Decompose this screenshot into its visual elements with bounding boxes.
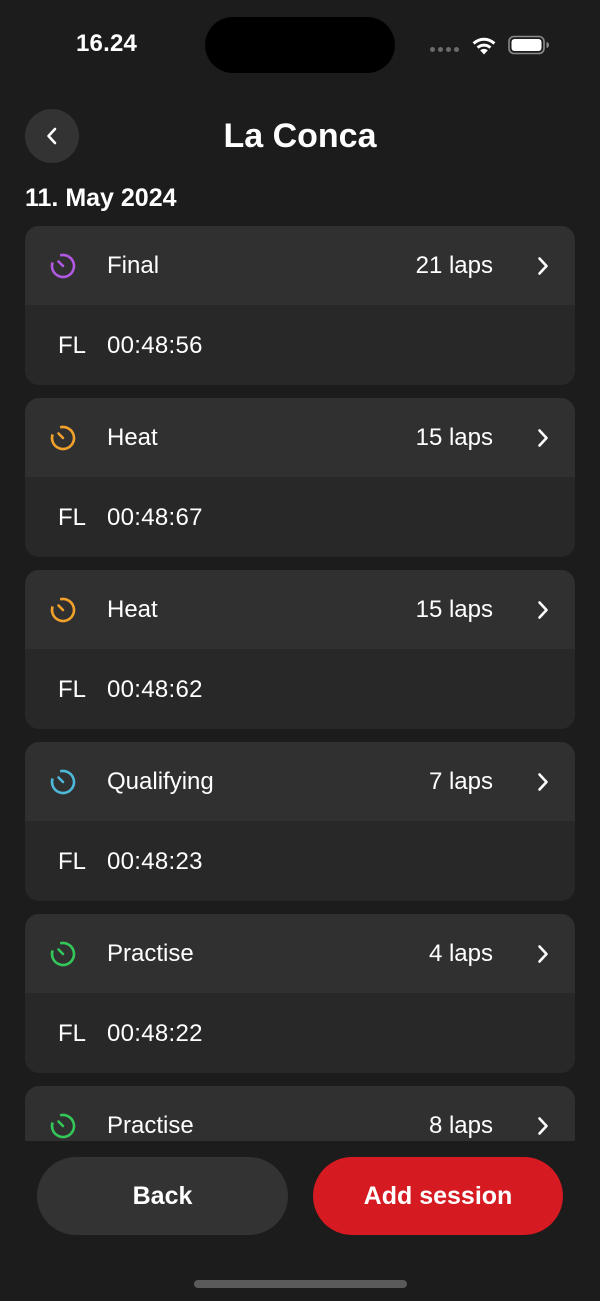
session-name: Practise [107, 1112, 194, 1139]
back-button[interactable]: Back [37, 1157, 288, 1235]
session-laps: 21 laps [415, 252, 493, 279]
chevron-right-icon [538, 773, 548, 791]
dynamic-island [205, 17, 395, 73]
fastest-lap-row: FL 00:48:23 [25, 821, 575, 901]
session-laps: 8 laps [428, 1112, 493, 1139]
session-card: Practise 4 laps FL 00:48:22 [25, 914, 575, 1073]
cellular-signal-icon [430, 47, 459, 52]
fastest-lap-label: FL [58, 504, 87, 531]
session-header-row[interactable]: Final 21 laps [25, 226, 575, 305]
stopwatch-icon [50, 425, 76, 451]
stopwatch-icon [50, 941, 76, 967]
session-header-row[interactable]: Qualifying 7 laps [25, 742, 575, 821]
chevron-right-icon [538, 429, 548, 447]
session-laps: 15 laps [415, 596, 493, 623]
session-card: Qualifying 7 laps FL 00:48:23 [25, 742, 575, 901]
page-title: La Conca [223, 117, 377, 155]
fastest-lap-time: 00:48:56 [107, 332, 203, 359]
fastest-lap-row: FL 00:48:62 [25, 649, 575, 729]
fastest-lap-label: FL [58, 332, 87, 359]
fastest-lap-time: 00:48:62 [107, 676, 203, 703]
status-bar: 16.24 [0, 0, 600, 90]
wifi-icon [472, 37, 496, 55]
chevron-right-icon [538, 257, 548, 275]
session-header-row[interactable]: Heat 15 laps [25, 570, 575, 649]
date-heading: 11. May 2024 [25, 184, 177, 212]
session-list[interactable]: Final 21 laps FL 00:48:56 Heat 15 laps F… [25, 226, 575, 1141]
battery-icon [508, 35, 549, 55]
fastest-lap-row: FL 00:48:67 [25, 477, 575, 557]
fastest-lap-row: FL 00:48:56 [25, 305, 575, 385]
session-card: Heat 15 laps FL 00:48:67 [25, 398, 575, 557]
session-name: Practise [107, 940, 194, 967]
stopwatch-icon [50, 1113, 76, 1139]
session-laps: 7 laps [428, 768, 493, 795]
stopwatch-icon [50, 597, 76, 623]
chevron-right-icon [538, 945, 548, 963]
fastest-lap-row: FL 00:48:22 [25, 993, 575, 1073]
session-header-row[interactable]: Practise 4 laps [25, 914, 575, 993]
session-laps: 15 laps [415, 424, 493, 451]
status-time: 16.24 [76, 30, 138, 57]
chevron-right-icon [538, 1117, 548, 1135]
home-indicator[interactable] [194, 1280, 407, 1288]
fastest-lap-label: FL [58, 676, 87, 703]
chevron-right-icon [538, 601, 548, 619]
fastest-lap-time: 00:48:67 [107, 504, 203, 531]
session-name: Final [107, 252, 160, 279]
session-header-row[interactable]: Practise 8 laps [25, 1086, 575, 1141]
session-card: Practise 8 laps [25, 1086, 575, 1141]
stopwatch-icon [50, 253, 76, 279]
fastest-lap-label: FL [58, 848, 87, 875]
fastest-lap-time: 00:48:22 [107, 1020, 203, 1047]
session-name: Heat [107, 424, 158, 451]
session-name: Qualifying [107, 768, 214, 795]
session-laps: 4 laps [428, 940, 493, 967]
session-card: Final 21 laps FL 00:48:56 [25, 226, 575, 385]
add-session-button[interactable]: Add session [313, 1157, 563, 1235]
fastest-lap-label: FL [58, 1020, 87, 1047]
fastest-lap-time: 00:48:23 [107, 848, 203, 875]
stopwatch-icon [50, 769, 76, 795]
session-card: Heat 15 laps FL 00:48:62 [25, 570, 575, 729]
session-header-row[interactable]: Heat 15 laps [25, 398, 575, 477]
session-name: Heat [107, 596, 158, 623]
